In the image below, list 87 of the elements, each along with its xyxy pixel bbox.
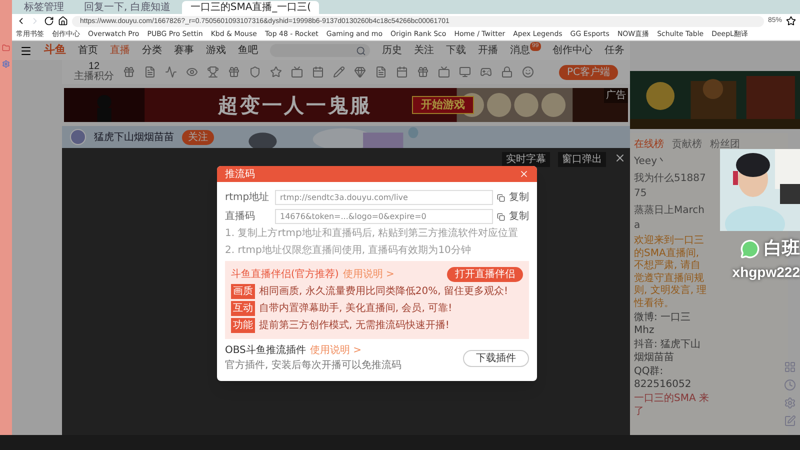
nav-link[interactable]: 鱼吧 bbox=[238, 43, 258, 58]
input-field[interactable]: 14676&token=...&logo=0&expire=0 bbox=[275, 209, 493, 224]
feature-icon[interactable] bbox=[207, 66, 219, 78]
header-action[interactable]: 消息 bbox=[510, 43, 530, 58]
feature-icon[interactable] bbox=[123, 66, 135, 78]
close-icon bbox=[614, 152, 626, 164]
header-action[interactable]: 创作中心 bbox=[552, 43, 593, 58]
feature-icon[interactable] bbox=[522, 66, 534, 78]
edit-icon[interactable] bbox=[784, 415, 796, 427]
banner-title: 超变一人一鬼服 bbox=[218, 92, 372, 119]
feature-icon[interactable] bbox=[396, 66, 408, 78]
open-companion-button[interactable]: 打开直播伴侣 bbox=[447, 267, 523, 282]
chat-user: 我为什么5188775 bbox=[634, 172, 707, 201]
feature-icon[interactable] bbox=[417, 66, 429, 78]
field-label: rtmp地址 bbox=[225, 190, 270, 205]
points-value: 12 bbox=[88, 62, 100, 72]
feature-icon[interactable] bbox=[354, 66, 366, 78]
nav-link[interactable]: 首页 bbox=[78, 43, 98, 58]
settings-icon[interactable] bbox=[2, 60, 10, 68]
feature-icon[interactable] bbox=[144, 66, 156, 78]
feature-tag: 画质 bbox=[231, 284, 255, 299]
download-plugin-button[interactable]: 下载插件 bbox=[463, 350, 529, 366]
header-action[interactable]: 关注 bbox=[414, 43, 434, 58]
nav-link[interactable]: 赛事 bbox=[174, 43, 194, 58]
note-text: 2. rtmp地址仅限您直播间使用, 直播码有效期为10分钟 bbox=[225, 244, 472, 257]
overlay-code: xhgpw222 bbox=[732, 263, 800, 282]
feature-icon[interactable] bbox=[459, 66, 471, 78]
browser-tab[interactable]: 一口三的SMA直播_一口三( bbox=[182, 1, 320, 14]
feature-text: 相同画质, 永久流量费用比同类降低20%, 留住更多观众! bbox=[259, 284, 508, 299]
plugin-title: OBS斗鱼推流插件 bbox=[225, 344, 306, 358]
star-icon bbox=[786, 16, 796, 26]
feature-icon[interactable] bbox=[375, 66, 387, 78]
field-label: 直播码 bbox=[225, 210, 256, 224]
reload-icon bbox=[44, 16, 54, 26]
feature-icon[interactable] bbox=[438, 66, 450, 78]
header-action[interactable]: 任务 bbox=[604, 43, 625, 58]
feature-tag: 互动 bbox=[231, 301, 255, 316]
menu-icon bbox=[20, 44, 32, 56]
plugin-text: 官方插件, 安装后每次开播可以免推流码 bbox=[225, 358, 402, 373]
search-field[interactable] bbox=[270, 44, 370, 57]
points-label: 主播积分 bbox=[74, 72, 114, 82]
close-icon[interactable] bbox=[519, 169, 529, 179]
chat-user: Yeey丶 bbox=[634, 155, 668, 169]
header-action[interactable]: 历史 bbox=[382, 43, 402, 58]
overlay-title: 白班 bbox=[764, 237, 800, 261]
chat-message: 一口三的SMA 来了 bbox=[634, 393, 710, 418]
feature-icon[interactable] bbox=[480, 66, 492, 78]
feature-icon[interactable] bbox=[270, 66, 282, 78]
room-notice: 欢迎来到一口三的SMA直播间, 不想严肃, 请自觉遵守直播间规则, 文明发言, 理性看待。 bbox=[634, 235, 708, 310]
folder-icon[interactable] bbox=[2, 44, 10, 52]
input-field[interactable]: rtmp://sendtc3a.douyu.com/live bbox=[275, 190, 493, 205]
browser-tab[interactable]: 标签管理 bbox=[16, 1, 72, 14]
modal-title: 推流码 bbox=[225, 168, 255, 182]
header-action[interactable]: 下载 bbox=[446, 43, 466, 58]
streamer-name: 猛虎下山烟烟苗苗 bbox=[94, 130, 174, 144]
search-icon[interactable] bbox=[356, 46, 366, 56]
room-info: QQ群: 822516052 bbox=[634, 366, 692, 391]
clock-icon[interactable] bbox=[784, 379, 796, 391]
room-info: 微博: 一口三Mhz bbox=[634, 312, 692, 337]
copy-button[interactable]: 复制 bbox=[509, 209, 529, 224]
feature-text: 提前第三方创作模式, 无需推流码快速开播! bbox=[259, 318, 450, 333]
feature-icon[interactable] bbox=[291, 66, 303, 78]
start-game-button[interactable]: 开始游戏 bbox=[412, 96, 474, 114]
room-info: 抖音: 猛虎下山烟烟苗苗 bbox=[634, 339, 702, 364]
feature-text: 自带内置弹幕助手, 美化直播间, 会员, 可靠! bbox=[259, 302, 452, 316]
home-icon bbox=[58, 16, 68, 26]
header-action[interactable]: 开播 bbox=[478, 43, 498, 58]
nav-link[interactable]: 分类 bbox=[142, 43, 162, 58]
chat-user: 蒸蒸日上Marcha bbox=[634, 204, 706, 233]
copy-icon[interactable] bbox=[497, 194, 505, 202]
feature-icon[interactable] bbox=[165, 66, 177, 78]
feature-icon[interactable] bbox=[312, 66, 324, 78]
note-text: 1. 复制上方rtmp地址和直播码后, 粘贴到第三方推流软件对应位置 bbox=[225, 228, 520, 240]
copy-button[interactable]: 复制 bbox=[509, 190, 529, 205]
promo-title: 斗鱼直播伴侣(官方推荐) bbox=[231, 268, 339, 282]
browser-tab[interactable]: 回复一下, 白鹿知道 bbox=[76, 1, 178, 14]
nav-link[interactable]: 游戏 bbox=[206, 43, 226, 58]
settings-icon[interactable] bbox=[784, 397, 796, 409]
feature-tag: 功能 bbox=[231, 318, 255, 333]
feature-icon[interactable] bbox=[249, 66, 261, 78]
feature-icon[interactable] bbox=[333, 66, 345, 78]
copy-icon[interactable] bbox=[497, 212, 505, 220]
feature-icon[interactable] bbox=[186, 66, 198, 78]
grid-icon[interactable] bbox=[784, 361, 796, 373]
feature-icon[interactable] bbox=[501, 66, 513, 78]
ad-banner[interactable]: 超变一人一鬼服 开始游戏 广告 bbox=[64, 88, 628, 122]
feature-icon[interactable] bbox=[228, 66, 240, 78]
